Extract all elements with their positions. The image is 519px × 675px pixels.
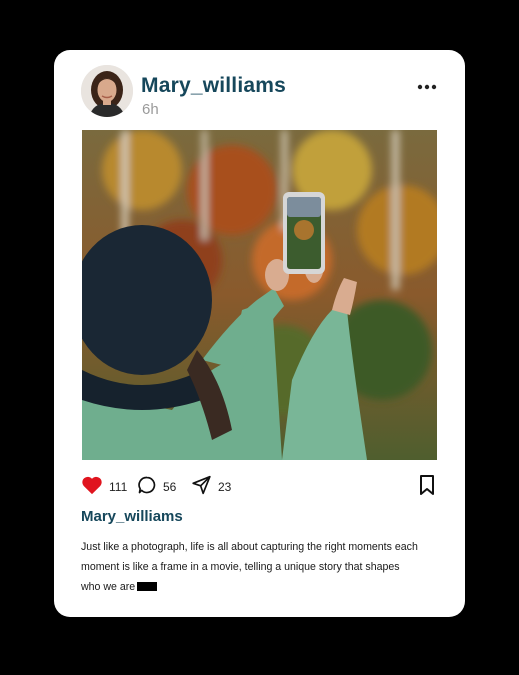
share-count: 23	[218, 480, 232, 494]
heart-icon[interactable]	[81, 475, 103, 495]
post-caption: Just like a photograph, life is all abou…	[81, 537, 441, 597]
comment-icon[interactable]	[137, 475, 157, 495]
share-button[interactable]: 23	[191, 472, 231, 498]
post-image[interactable]	[82, 130, 437, 460]
redacted-block	[137, 582, 158, 591]
like-count: 111	[109, 480, 128, 494]
caption-line-text: who we are	[81, 581, 136, 593]
caption-line: Just like a photograph, life is all abou…	[81, 541, 418, 553]
more-options-icon[interactable]	[414, 78, 440, 96]
bookmark-icon[interactable]	[418, 474, 436, 496]
comment-button[interactable]: 56	[137, 472, 176, 498]
post-author-name[interactable]: Mary_williams	[141, 74, 286, 98]
bookmark-button[interactable]	[418, 472, 436, 498]
post-timestamp: 6h	[142, 101, 159, 118]
like-button[interactable]: 111	[81, 472, 127, 498]
comment-count: 56	[163, 480, 177, 494]
share-icon[interactable]	[191, 475, 212, 495]
post-card: Mary_williams 6h 111 56 23 Mary_williams…	[54, 50, 465, 617]
avatar[interactable]	[81, 65, 133, 117]
post-actions: 111 56 23	[54, 472, 465, 500]
caption-line: moment is like a frame in a movie, telli…	[81, 561, 400, 573]
caption-line: who we are	[81, 577, 441, 597]
caption-author[interactable]: Mary_williams	[81, 508, 183, 525]
